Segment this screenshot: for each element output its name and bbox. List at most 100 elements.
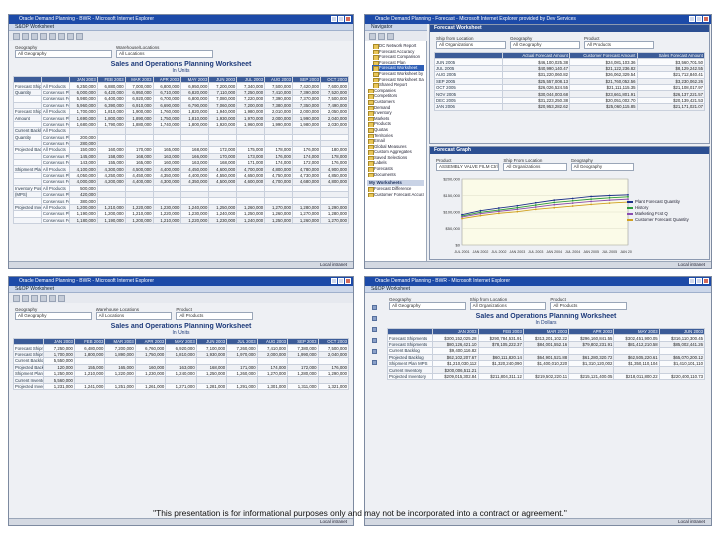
filter-select[interactable]: All Products [584, 41, 654, 49]
print-icon[interactable] [13, 32, 20, 40]
table-cell[interactable]: $220,400,110.73 [658, 372, 706, 381]
table-cell[interactable]: 1,251,000 [104, 382, 136, 391]
minimize-button[interactable] [689, 278, 695, 284]
table-icon[interactable] [40, 32, 47, 40]
data-point [608, 194, 611, 197]
table-cell[interactable]: 1,301,000 [256, 382, 289, 391]
nav-icon[interactable] [371, 349, 377, 354]
table-cell[interactable]: 1,261,000 [134, 382, 167, 391]
table-cell[interactable]: $20,953,282.62 [501, 103, 570, 111]
table-cell[interactable]: 1,291,000 [226, 382, 258, 391]
close-button[interactable] [703, 16, 709, 22]
table-cell[interactable]: 1,281,000 [195, 382, 228, 391]
minimize-button[interactable] [331, 16, 337, 22]
maximize-button[interactable] [338, 278, 344, 284]
filter-ship-from[interactable]: Ship From Location All Organizations [503, 158, 567, 171]
save-icon[interactable] [22, 294, 29, 302]
filter-geography[interactable]: Geography All Geography [570, 158, 634, 171]
filter-geography[interactable]: Geography All Geography [389, 297, 466, 310]
nav-icon[interactable] [371, 338, 377, 343]
filter-select[interactable]: ASSEMBLY VALVE FILM Ctrl [436, 163, 500, 171]
table-cell[interactable]: 1,190,000 [96, 216, 126, 225]
table-cell[interactable]: 1,240,000 [236, 216, 266, 225]
window-sop-worksheet-units: Oracle Demand Planning - BWR - Microsoft… [8, 276, 354, 526]
open-icon[interactable] [378, 32, 385, 40]
table-cell[interactable]: $25,060,115.85 [569, 103, 638, 111]
table-cell[interactable]: 1,200,000 [124, 216, 154, 225]
table-cell[interactable]: 1,180,000 [68, 216, 98, 225]
table-cell[interactable]: 1,321,000 [317, 382, 350, 391]
table-cell[interactable]: 1,260,000 [292, 216, 321, 225]
filter-select[interactable]: All Locations [95, 312, 173, 320]
chart-icon[interactable] [31, 294, 38, 302]
save-icon[interactable] [22, 32, 29, 40]
table-icon[interactable] [40, 294, 47, 302]
table-cell[interactable]: 1,250,000 [264, 216, 294, 225]
table-cell[interactable]: $211,804,311.12 [477, 372, 524, 381]
sort-icon[interactable] [58, 32, 65, 40]
nav-icon[interactable] [371, 316, 377, 321]
print-icon[interactable] [13, 294, 20, 302]
new-icon[interactable] [369, 32, 376, 40]
filter-select[interactable]: All Geography [389, 302, 466, 310]
filter-product[interactable]: Product ASSEMBLY VALVE FILM Ctrl [436, 158, 500, 171]
table-cell[interactable]: 1,230,000 [208, 216, 238, 225]
row-label: Consensus Fcst [40, 159, 70, 167]
filter-geography[interactable]: Geography All Geography [15, 307, 92, 320]
table-cell[interactable]: 1,270,000 [319, 216, 350, 225]
filter-geography[interactable]: Geography All Geography [510, 36, 580, 49]
filter-ship-from[interactable]: Ship from Location All Organizations [436, 36, 506, 49]
nav-icon[interactable] [371, 305, 377, 310]
filter-icon[interactable] [49, 294, 56, 302]
filter-select[interactable]: All Geography [15, 312, 92, 320]
filter-icon[interactable] [49, 32, 56, 40]
table-cell[interactable]: 1,210,000 [152, 216, 182, 225]
data-point [516, 210, 519, 213]
worksheet-link[interactable]: Customer Forecast Accuracy [367, 192, 424, 198]
maximize-button[interactable] [696, 16, 702, 22]
table-cell[interactable]: 1,220,000 [180, 216, 210, 225]
filter-select[interactable]: All Organizations [469, 302, 547, 310]
filter-select[interactable]: All Geography [510, 41, 580, 49]
table-cell[interactable]: 1,271,000 [165, 382, 197, 391]
export-icon[interactable] [76, 32, 83, 40]
filter-geography[interactable]: Geography All Geography [15, 45, 112, 58]
filter-select[interactable]: All Locations [116, 50, 213, 58]
filter-location[interactable]: Warehouse/Locations All Locations [116, 45, 213, 58]
filter-select[interactable]: All Organizations [503, 163, 567, 171]
filter-select[interactable]: All Products [176, 312, 254, 320]
filter-select[interactable]: All Products [550, 302, 628, 310]
filter-select[interactable]: All Geography [15, 50, 112, 58]
filter-ship-from[interactable]: Ship from Location All Organizations [469, 297, 547, 310]
table-cell[interactable]: $218,011,800.22 [613, 372, 660, 381]
table-cell[interactable]: 1,311,000 [287, 382, 319, 391]
nav-icon[interactable] [371, 360, 377, 365]
maximize-button[interactable] [338, 16, 344, 22]
close-button[interactable] [345, 278, 351, 284]
minimize-button[interactable] [689, 16, 695, 22]
filter-select[interactable]: All Geography [570, 163, 634, 171]
filter-select[interactable]: All Organizations [436, 41, 506, 49]
maximize-button[interactable] [696, 278, 702, 284]
close-button[interactable] [703, 278, 709, 284]
filter-product[interactable]: Product All Products [584, 36, 654, 49]
close-button[interactable] [345, 16, 351, 22]
chart-icon[interactable] [31, 32, 38, 40]
filter-product[interactable]: Product All Products [176, 307, 254, 320]
minimize-button[interactable] [331, 278, 337, 284]
tree-node[interactable]: Documents [367, 172, 424, 178]
delete-icon[interactable] [387, 32, 394, 40]
row-label: Consensus Plan [40, 88, 70, 97]
filter-product[interactable]: Product All Products [550, 297, 628, 310]
refresh-icon[interactable] [67, 32, 74, 40]
table-cell[interactable]: $209,015,302.84 [432, 372, 479, 381]
data-point [553, 201, 556, 204]
filter-location[interactable]: Warehouse Locations All Locations [95, 307, 173, 320]
table-cell[interactable]: $219,502,220.11 [522, 372, 570, 381]
nav-icon[interactable] [371, 327, 377, 332]
table-cell[interactable]: $215,121,400.05 [568, 372, 615, 381]
table-cell[interactable]: $21,171,021.07 [636, 103, 705, 111]
refresh-icon[interactable] [58, 294, 65, 302]
table-cell[interactable]: 1,241,000 [73, 382, 106, 391]
table-cell[interactable]: 1,231,000 [43, 382, 75, 391]
